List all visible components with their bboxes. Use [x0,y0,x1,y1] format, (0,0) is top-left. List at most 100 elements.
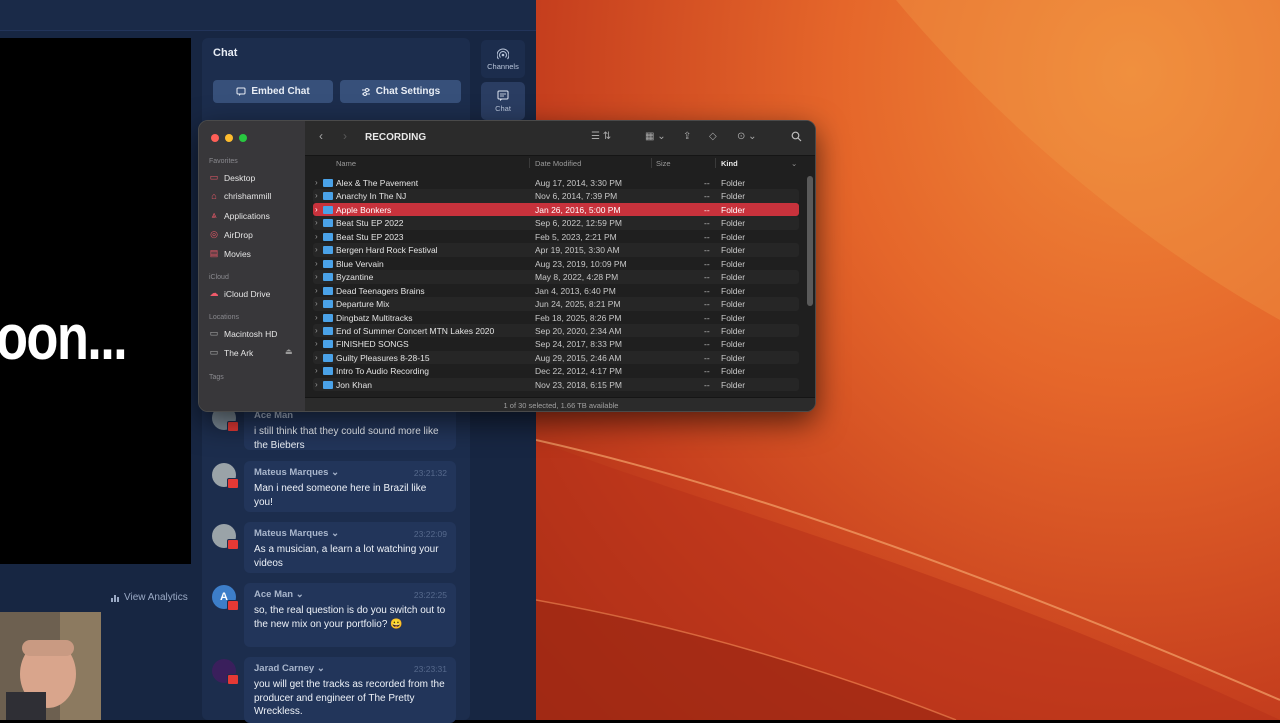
chat-settings-button[interactable]: Chat Settings [340,80,461,103]
disclosure-chevron-icon[interactable]: › [315,259,318,268]
file-name: End of Summer Concert MTN Lakes 2020 [336,325,495,336]
minimize-window-button[interactable] [225,134,233,142]
chat-rail-button[interactable]: Chat [481,82,525,120]
table-row[interactable]: › FINISHED SONGS Sep 24, 2017, 8:33 PM -- Fo… [313,337,799,351]
disk-icon: ▭ [209,328,219,338]
more-actions-icon[interactable]: ⊙ ⌄ [737,131,757,142]
table-row[interactable]: › Anarchy In The NJ Nov 6, 2014, 7:39 PM --… [313,189,799,203]
file-size: -- [704,379,710,390]
sidebar-item-macintosh-hd[interactable]: ▭ Macintosh HD [209,328,278,339]
disclosure-chevron-icon[interactable]: › [315,245,318,254]
disclosure-chevron-icon[interactable]: › [315,191,318,200]
share-icon[interactable]: ⇪ [683,131,691,142]
sidebar-item-desktop[interactable]: ▭ Desktop [209,172,255,183]
folder-icon [323,205,333,214]
table-row[interactable]: › Alex & The Pavement Aug 17, 2014, 3:30 P… [313,176,799,190]
disclosure-chevron-icon[interactable]: › [315,339,318,348]
channels-button[interactable]: Channels [481,40,525,78]
finder-content: ‹ › RECORDING ☰ ⇅ ▦ ⌄ ⇪ ◇ ⊙ ⌄ Name Date … [305,121,815,411]
column-date-modified[interactable]: Date Modified [535,159,581,168]
zoom-window-button[interactable] [239,134,247,142]
folder-icon [323,219,333,228]
message-bubble: Mateus Marques ⌄ 23:21:32 Man i need som… [244,461,456,512]
table-row[interactable]: › Blue Vervain Aug 23, 2019, 10:09 PM -- Fol… [313,257,799,271]
table-row[interactable]: › End of Summer Concert MTN Lakes 2020 Sep… [313,323,799,338]
column-kind[interactable]: Kind [721,159,738,168]
column-name[interactable]: Name [336,159,356,168]
message-text: so, the real question is do you switch o… [254,605,446,630]
file-date: Jun 24, 2025, 8:21 PM [535,299,621,310]
view-analytics-label: View Analytics [124,592,188,603]
disclosure-chevron-icon[interactable]: › [315,205,318,214]
column-header: Name Date Modified Size Kind ⌄ [305,156,815,170]
message-text: i still think that they could sound more… [254,426,439,451]
file-name: Beat Stu EP 2023 [336,231,404,242]
file-name: Intro To Audio Recording [336,366,429,377]
disclosure-chevron-icon[interactable]: › [315,272,318,281]
column-size[interactable]: Size [656,159,671,168]
back-icon[interactable]: ‹ [319,129,323,143]
desktop-icon: ▭ [209,172,219,182]
folder-icon [323,340,333,349]
disclosure-chevron-icon[interactable]: › [315,178,318,187]
disclosure-chevron-icon[interactable]: › [315,353,318,362]
home-icon: ⌂ [211,191,217,201]
file-kind: Folder [721,204,746,215]
disclosure-chevron-icon[interactable]: › [315,313,318,322]
table-row[interactable]: › Bergen Hard Rock Festival Apr 19, 2015, … [313,243,799,257]
sidebar-item-the-ark[interactable]: ▭ The Ark [209,347,254,358]
eject-icon[interactable]: ⏏ [285,347,293,356]
file-size: -- [704,325,710,336]
table-row[interactable]: › Departure Mix Jun 24, 2025, 8:21 PM -- Fol… [313,297,799,311]
folder-icon [323,192,333,201]
stream-preview: oon... [0,38,191,564]
table-row[interactable]: › Jon Khan Nov 23, 2018, 6:15 PM -- Folder [313,377,799,392]
scrollbar[interactable] [807,176,813,306]
message-bubble: Jarad Carney ⌄ 23:23:31 you will get the… [244,657,456,723]
sidebar-item-home[interactable]: ⌂ chrishammill [209,191,271,201]
close-window-button[interactable] [211,134,219,142]
disclosure-chevron-icon[interactable]: › [315,380,318,389]
file-date: Aug 23, 2019, 10:09 PM [535,258,627,269]
webcam-feed [0,612,101,720]
disclosure-chevron-icon[interactable]: › [315,232,318,241]
sidebar-item-applications[interactable]: ⩓ Applications [209,210,269,221]
sidebar-item-movies[interactable]: ▤ Movies [209,248,251,259]
file-size: -- [704,272,710,283]
file-date: Feb 5, 2023, 2:21 PM [535,231,617,242]
app-topbar [0,0,536,31]
chat-settings-label: Chat Settings [375,86,441,97]
embed-chat-button[interactable]: Embed Chat [213,80,333,103]
table-row[interactable]: › Beat Stu EP 2023 Feb 5, 2023, 2:21 PM -- F… [313,230,799,244]
tag-icon[interactable]: ◇ [709,131,717,142]
file-kind: Folder [721,379,746,390]
table-row[interactable]: › Dead Teenagers Brains Jan 4, 2013, 6:40 … [313,284,799,298]
disclosure-chevron-icon[interactable]: › [315,286,318,295]
disclosure-chevron-icon[interactable]: › [315,299,318,308]
search-icon[interactable] [791,131,802,145]
cloud-icon: ☁ [209,288,219,298]
table-row[interactable]: › Guilty Pleasures 8-28-15 Aug 29, 2015, 2… [313,350,799,365]
view-analytics-link[interactable]: View Analytics [110,592,188,603]
sidebar-item-airdrop[interactable]: ◎ AirDrop [209,229,253,240]
message-text: As a musician, a learn a lot watching yo… [254,544,439,569]
grid-view-icon[interactable]: ▦ ⌄ [645,131,666,142]
sidebar-item-icloud-drive[interactable]: ☁ iCloud Drive [209,288,271,299]
sliders-icon [361,87,370,96]
chat-title: Chat [213,47,238,59]
table-row[interactable]: › Intro To Audio Recording Dec 22, 2012, 4… [313,364,799,378]
file-size: -- [704,218,710,229]
disclosure-chevron-icon[interactable]: › [315,366,318,375]
file-kind: Folder [721,191,746,202]
table-row[interactable]: › Byzantine May 8, 2022, 4:28 PM -- Folder [313,270,799,284]
forward-icon[interactable]: › [343,129,347,143]
channels-label: Channels [487,61,519,71]
list-view-icon[interactable]: ☰ ⇅ [591,131,611,142]
table-row[interactable]: › Dingbatz Multitracks Feb 18, 2025, 8:26 … [313,311,799,325]
disclosure-chevron-icon[interactable]: › [315,326,318,335]
table-row[interactable]: › Beat Stu EP 2022 Sep 6, 2022, 12:59 PM --… [313,216,799,230]
disclosure-chevron-icon[interactable]: › [315,218,318,227]
table-row[interactable]: › Apple Bonkers Jan 26, 2016, 5:00 PM -- Fol… [313,202,799,217]
status-bar: 1 of 30 selected, 1.66 TB available [305,397,815,411]
youtube-icon [227,478,239,489]
